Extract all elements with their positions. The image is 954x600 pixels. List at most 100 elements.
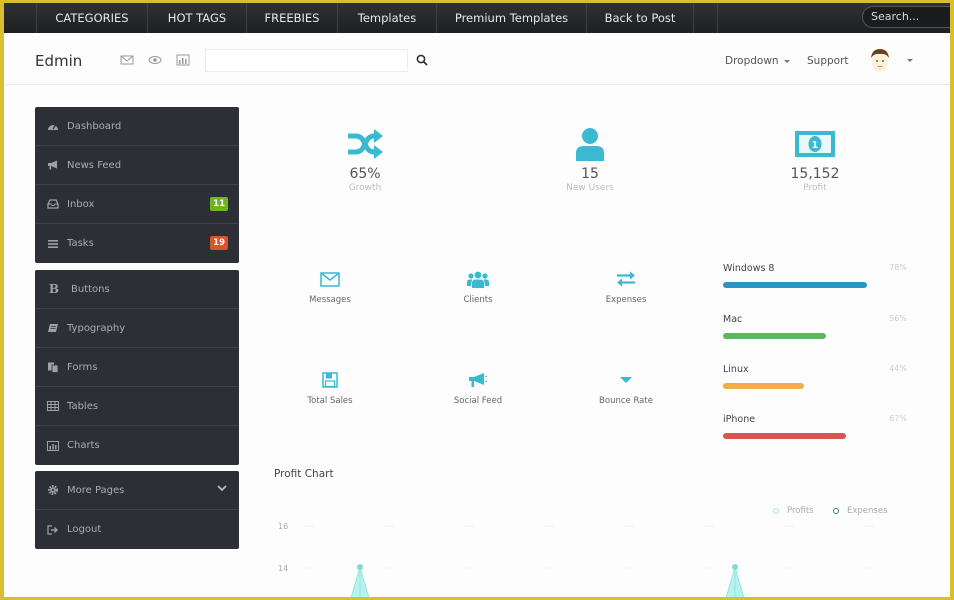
dropdown-menu-button[interactable]: Dropdown [725, 55, 790, 67]
inbox-icon [47, 198, 59, 210]
avatar-caret-down-icon[interactable] [907, 59, 913, 62]
inbox-count-badge: 11 [210, 197, 228, 211]
sidebar-item-tables[interactable]: Tables [35, 387, 239, 426]
sidebar-item-tasks[interactable]: Tasks 19 [35, 224, 239, 263]
bullhorn-icon [47, 159, 59, 171]
caret-down-icon [783, 59, 790, 63]
sidebar-item-label: More Pages [67, 484, 125, 496]
progress-fill [723, 433, 847, 439]
shortcut-bounce-rate[interactable]: Bounce Rate [571, 370, 681, 406]
top-nav-categories[interactable]: CATEGORIES [37, 3, 148, 33]
top-nav-divider [694, 3, 718, 33]
progress-linux: Linux 44% [723, 364, 907, 389]
top-nav-back-to-post[interactable]: Back to Post [587, 3, 694, 33]
sidebar-item-label: Charts [67, 440, 100, 451]
sidebar-group-main: Dashboard News Feed Inbox 11 Tasks 19 [35, 107, 239, 263]
stat-value: 15 [581, 166, 599, 182]
sidebar-item-label: Tasks [67, 238, 94, 249]
stat-growth: 65% Growth [305, 127, 425, 193]
stat-caption: New Users [566, 183, 614, 193]
eye-icon[interactable] [148, 54, 162, 66]
top-nav-bar: CATEGORIES HOT TAGS FREEBIES Templates P… [4, 3, 950, 33]
chart-gridlines [304, 525, 894, 569]
paste-icon [47, 361, 59, 373]
envelope-icon[interactable] [120, 54, 134, 66]
bar-chart-icon[interactable] [176, 54, 190, 66]
profit-chart-plot: 16 14 [278, 522, 894, 597]
shortcut-messages[interactable]: Messages [275, 269, 385, 305]
header-search-field[interactable] [205, 49, 408, 73]
dropdown-label: Dropdown [725, 55, 779, 67]
shortcut-social-feed[interactable]: Social Feed [423, 370, 533, 406]
money-icon: 1 [755, 127, 875, 161]
top-nav-hot-tags[interactable]: HOT TAGS [148, 3, 247, 33]
bar-chart-icon [47, 440, 59, 452]
stat-value: 15,152 [790, 166, 840, 182]
tasks-icon [47, 238, 59, 250]
save-icon [275, 370, 385, 390]
progress-track [723, 333, 907, 339]
y-tick-label: 14 [278, 564, 288, 573]
sidebar-item-label: Buttons [71, 283, 110, 295]
progress-windows-8: Windows 8 78% [723, 263, 907, 288]
progress-percent: 44% [889, 364, 907, 373]
book-icon [47, 322, 59, 334]
caret-down-icon [571, 370, 681, 390]
support-link[interactable]: Support [807, 55, 849, 67]
header-search-input[interactable] [206, 51, 407, 73]
profits-peak-1 [350, 564, 370, 597]
profits-point[interactable] [357, 564, 363, 570]
progress-label: Windows 8 [723, 263, 775, 274]
top-nav-spacer [4, 3, 37, 33]
chevron-down-icon[interactable] [217, 485, 227, 492]
sidebar-group-extra: More Pages Logout [35, 471, 239, 549]
profits-point[interactable] [732, 564, 738, 570]
progress-fill [723, 282, 867, 288]
search-icon[interactable] [416, 54, 428, 66]
sidebar-item-label: Inbox [67, 198, 95, 210]
progress-label: Mac [723, 314, 743, 325]
stat-caption: Profit [803, 183, 827, 193]
top-nav-search-input[interactable]: Search... [862, 6, 950, 28]
sidebar-item-label: News Feed [67, 159, 122, 171]
shortcut-label: Expenses [605, 295, 647, 305]
sidebar-item-news-feed[interactable]: News Feed [35, 146, 239, 185]
exchange-icon [571, 269, 681, 289]
profits-peak-2 [725, 564, 745, 597]
top-nav-templates[interactable]: Templates [338, 3, 437, 33]
svg-text:1: 1 [812, 140, 819, 151]
shortcut-clients[interactable]: Clients [423, 269, 533, 305]
sidebar-item-charts[interactable]: Charts [35, 426, 239, 465]
sidebar-item-buttons[interactable]: B Buttons [35, 270, 239, 309]
shortcut-label: Total Sales [307, 396, 353, 406]
shortcut-expenses[interactable]: Expenses [571, 269, 681, 305]
sidebar-item-dashboard[interactable]: Dashboard [35, 107, 239, 146]
progress-track [723, 282, 907, 288]
shortcut-label: Messages [309, 295, 351, 305]
sidebar-item-inbox[interactable]: Inbox 11 [35, 185, 239, 224]
brand-logo[interactable]: Edmin [35, 52, 82, 70]
sidebar-item-forms[interactable]: Forms [35, 348, 239, 387]
stat-caption: Growth [348, 183, 382, 193]
top-nav-premium-templates[interactable]: Premium Templates [437, 3, 587, 33]
progress-track [723, 433, 907, 439]
bold-icon: B [48, 282, 60, 296]
shortcut-total-sales[interactable]: Total Sales [275, 370, 385, 406]
tasks-count-badge: 19 [210, 236, 228, 250]
progress-iphone: iPhone 67% [723, 414, 907, 439]
shortcut-label: Social Feed [453, 396, 503, 406]
sidebar-item-more-pages[interactable]: More Pages [35, 471, 239, 510]
progress-label: iPhone [723, 414, 756, 425]
shuffle-icon [305, 127, 425, 161]
avatar[interactable] [868, 47, 892, 73]
sidebar-item-typography[interactable]: Typography [35, 309, 239, 348]
dashboard-icon [47, 120, 59, 132]
page-frame: CATEGORIES HOT TAGS FREEBIES Templates P… [4, 3, 950, 597]
stat-value: 65% [349, 166, 381, 182]
sidebar-item-label: Logout [67, 524, 102, 535]
sidebar-item-logout[interactable]: Logout [35, 510, 239, 549]
signout-icon [47, 524, 59, 536]
cog-icon [47, 484, 59, 496]
shortcut-label: Bounce Rate [599, 396, 653, 406]
top-nav-freebies[interactable]: FREEBIES [247, 3, 338, 33]
